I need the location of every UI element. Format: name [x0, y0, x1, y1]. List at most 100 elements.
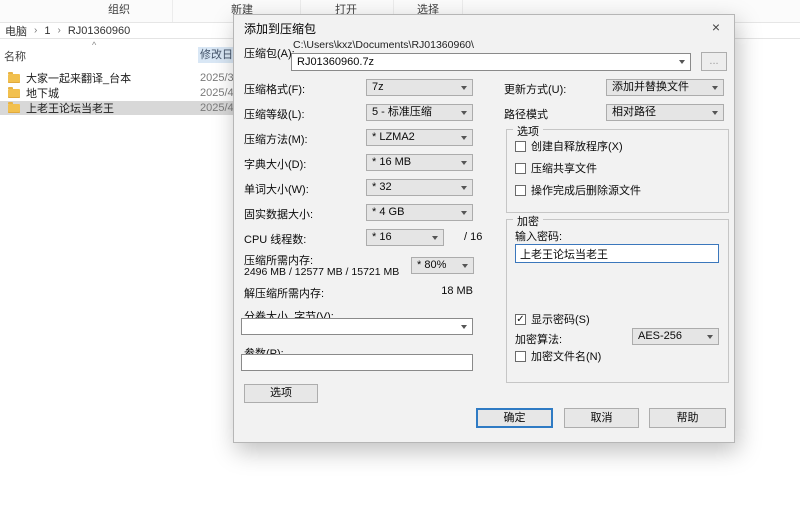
parameters-input[interactable]: [241, 354, 473, 371]
chevron-down-icon: [461, 111, 467, 115]
sfx-checkbox[interactable]: [515, 141, 526, 152]
update-mode-label: 更新方式(U):: [504, 81, 566, 97]
decompress-memory-value: 18 MB: [384, 285, 473, 297]
sort-ascending-icon: ^: [92, 40, 96, 50]
path-mode-combobox[interactable]: 相对路径: [606, 104, 724, 121]
show-password-checkbox-checked[interactable]: ✓: [515, 314, 526, 325]
encrypt-names-checkbox[interactable]: [515, 351, 526, 362]
solid-size-combobox[interactable]: * 4 GB: [366, 204, 473, 221]
ribbon-separator: [172, 0, 173, 22]
breadcrumb-item-computer[interactable]: 电脑: [5, 23, 27, 39]
chevron-right-icon: ›: [34, 25, 37, 36]
column-header-date[interactable]: 修改日期: [198, 47, 234, 63]
chevron-down-icon: [461, 86, 467, 90]
sfx-checkbox-row: 创建自释放程序(X): [515, 139, 623, 153]
archive-name-combobox[interactable]: RJ01360960.7z: [291, 53, 691, 71]
show-password-label: 显示密码(S): [531, 311, 590, 327]
chevron-down-icon: [712, 86, 718, 90]
decompress-memory-label: 解压缩所需内存:: [244, 285, 324, 301]
level-value: 5 - 标准压缩: [372, 106, 432, 118]
dictionary-label: 字典大小(D):: [244, 156, 306, 172]
word-size-label: 单词大小(W):: [244, 181, 309, 197]
shared-files-checkbox-row: 压缩共享文件: [515, 161, 597, 175]
options-group-title: 选项: [513, 123, 543, 139]
password-label: 输入密码:: [515, 228, 562, 244]
help-button[interactable]: 帮助: [649, 408, 726, 428]
file-row-selected[interactable]: 上老王论坛当老王 2025/4/: [0, 101, 235, 115]
algorithm-combobox[interactable]: AES-256: [632, 328, 719, 345]
chevron-down-icon: [432, 236, 438, 240]
breadcrumb-item-folder[interactable]: RJ01360960: [68, 25, 130, 37]
file-date: 2025/4/: [200, 87, 234, 99]
method-label: 压缩方法(M):: [244, 131, 308, 147]
folder-icon: [8, 74, 20, 83]
ok-button[interactable]: 确定: [476, 408, 553, 428]
file-date: 2025/4/: [200, 102, 234, 114]
cancel-button[interactable]: 取消: [564, 408, 639, 428]
cpu-threads-max: / 16: [464, 231, 482, 243]
breadcrumb-item-1[interactable]: 1: [44, 25, 50, 37]
breadcrumb: 电脑 › 1 › RJ01360960: [5, 23, 130, 38]
shared-files-checkbox-label: 压缩共享文件: [531, 160, 597, 176]
chevron-down-icon: [461, 186, 467, 190]
archive-label: 压缩包(A):: [244, 45, 295, 61]
chevron-right-icon: ›: [57, 25, 60, 36]
dictionary-value: * 16 MB: [372, 156, 411, 168]
path-mode-label: 路径模式: [504, 106, 548, 122]
chevron-down-icon: [707, 335, 713, 339]
delete-after-checkbox[interactable]: [515, 185, 526, 196]
folder-icon: [8, 89, 20, 98]
screen: 组织 新建 打开 选择 电脑 › 1 › RJ01360960 名称 ^ 修改日…: [0, 0, 800, 527]
algorithm-value: AES-256: [638, 330, 682, 342]
chevron-down-icon: [679, 60, 685, 64]
close-icon[interactable]: ×: [707, 18, 725, 36]
browse-button[interactable]: ...: [701, 52, 727, 71]
shared-files-checkbox[interactable]: [515, 163, 526, 174]
cpu-threads-value: * 16: [372, 231, 392, 243]
dictionary-combobox[interactable]: * 16 MB: [366, 154, 473, 171]
memory-usage-detail: 2496 MB / 12577 MB / 15721 MB: [244, 266, 399, 278]
folder-icon: [8, 104, 20, 113]
column-header-name[interactable]: 名称: [4, 48, 26, 64]
archive-file-name: RJ01360960.7z: [297, 56, 374, 68]
solid-size-value: * 4 GB: [372, 206, 404, 218]
update-mode-value: 添加并替换文件: [612, 81, 689, 93]
level-label: 压缩等级(L):: [244, 106, 305, 122]
update-mode-combobox[interactable]: 添加并替换文件: [606, 79, 724, 96]
algorithm-label: 加密算法:: [515, 331, 562, 347]
word-size-value: * 32: [372, 181, 392, 193]
chevron-down-icon: [461, 161, 467, 165]
sfx-checkbox-label: 创建自释放程序(X): [531, 138, 623, 154]
chevron-down-icon: [462, 264, 468, 268]
memory-percent-value: * 80%: [417, 259, 446, 271]
format-value: 7z: [372, 81, 384, 93]
file-row[interactable]: 大家一起来翻译_台本 2025/3/: [0, 71, 235, 85]
archive-dir-path: C:\Users\kxz\Documents\RJ01360960\: [293, 39, 474, 51]
chevron-down-icon: [461, 325, 467, 329]
word-size-combobox[interactable]: * 32: [366, 179, 473, 196]
memory-percent-combobox[interactable]: * 80%: [411, 257, 474, 274]
file-name: 大家一起来翻译_台本: [26, 70, 131, 86]
delete-after-checkbox-label: 操作完成后删除源文件: [531, 182, 641, 198]
encryption-group-title: 加密: [513, 213, 543, 229]
dialog-title: 添加到压缩包: [244, 20, 316, 37]
ribbon-group-organize[interactable]: 组织: [108, 0, 130, 22]
file-row[interactable]: 地下城 2025/4/: [0, 86, 235, 100]
show-password-checkbox-row: ✓ 显示密码(S): [515, 312, 590, 326]
password-input[interactable]: [515, 244, 719, 263]
method-combobox[interactable]: * LZMA2: [366, 129, 473, 146]
cpu-threads-combobox[interactable]: * 16: [366, 229, 444, 246]
level-combobox[interactable]: 5 - 标准压缩: [366, 104, 473, 121]
encrypt-names-label: 加密文件名(N): [531, 348, 601, 364]
options-button[interactable]: 选项: [244, 384, 318, 403]
file-name: 上老王论坛当老王: [26, 100, 114, 116]
path-mode-value: 相对路径: [612, 106, 656, 118]
format-combobox[interactable]: 7z: [366, 79, 473, 96]
encrypt-names-checkbox-row: 加密文件名(N): [515, 349, 601, 363]
format-label: 压缩格式(F):: [244, 81, 305, 97]
chevron-down-icon: [461, 136, 467, 140]
chevron-down-icon: [461, 211, 467, 215]
delete-after-checkbox-row: 操作完成后删除源文件: [515, 183, 641, 197]
volume-size-combobox[interactable]: [241, 318, 473, 335]
method-value: * LZMA2: [372, 131, 415, 143]
